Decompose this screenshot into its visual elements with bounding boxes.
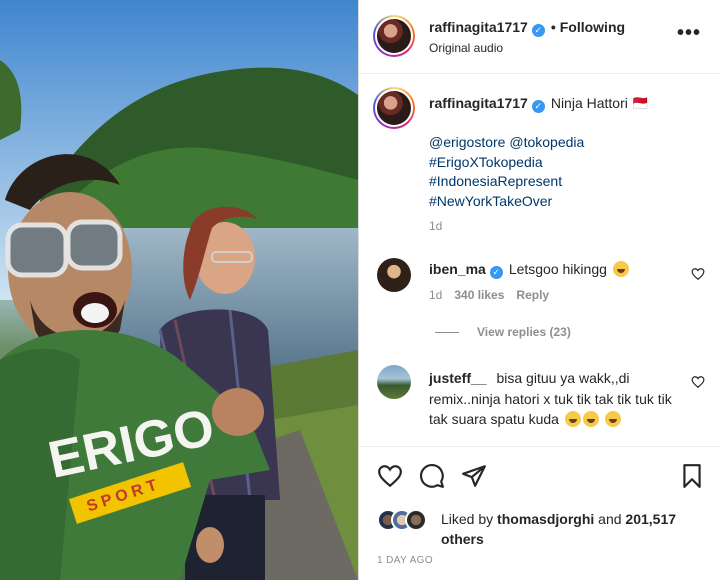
separator-dot: • bbox=[550, 19, 556, 35]
comment-line: iben_ma ✓ Letsgoo hikingg bbox=[429, 261, 629, 279]
more-options-icon[interactable]: ••• bbox=[677, 22, 701, 45]
comment-meta: 1d 340 likes Reply bbox=[429, 288, 561, 302]
author-line: raffinagita1717 ✓ • Following bbox=[429, 19, 625, 37]
laughing-emoji-icon bbox=[582, 411, 599, 427]
caption-timestamp[interactable]: 1d bbox=[429, 219, 442, 233]
hashtag-link[interactable]: #IndonesiaRepresent bbox=[429, 172, 584, 192]
post-timestamp[interactable]: 1 DAY AGO bbox=[377, 555, 433, 566]
comment-body: justeff__ bisa gituu ya wakk,,di remix..… bbox=[429, 368, 677, 430]
hashtag-link[interactable]: #NewYorkTakeOver bbox=[429, 192, 584, 212]
bookmark-icon[interactable] bbox=[679, 463, 705, 489]
verified-badge-icon: ✓ bbox=[489, 266, 503, 279]
reply-button[interactable]: Reply bbox=[516, 288, 549, 302]
caption-tags: @erigostore @tokopedia #ErigoXTokopedia … bbox=[429, 133, 584, 211]
commenter-username[interactable]: iben_ma bbox=[429, 261, 486, 277]
liker-avatars[interactable] bbox=[377, 509, 437, 531]
liked-by-text: Liked by thomasdjorghi and 201,517 other… bbox=[441, 509, 711, 549]
laughing-emoji-icon bbox=[564, 411, 581, 427]
caption-text: Ninja Hattori 🇲🇨 bbox=[550, 95, 650, 111]
caption-avatar[interactable] bbox=[373, 87, 415, 129]
commenter-avatar[interactable] bbox=[377, 258, 411, 292]
action-bar: Liked by thomasdjorghi and 201,517 other… bbox=[359, 446, 720, 580]
liked-by-user[interactable]: thomasdjorghi bbox=[497, 511, 594, 527]
send-icon[interactable] bbox=[461, 463, 487, 489]
post-photo[interactable]: ERIGO S P O R T bbox=[0, 0, 358, 580]
comment-heart-icon[interactable] bbox=[691, 375, 705, 389]
following-button[interactable]: Following bbox=[560, 19, 625, 35]
comment-heart-icon[interactable] bbox=[691, 267, 705, 281]
hashtag-link[interactable]: #ErigoXTokopedia bbox=[429, 153, 584, 173]
grinning-emoji-icon bbox=[612, 261, 629, 277]
commenter-avatar[interactable] bbox=[377, 365, 411, 399]
comments-section[interactable]: raffinagita1717 ✓ Ninja Hattori 🇲🇨 @erigos… bbox=[359, 75, 720, 445]
author-username[interactable]: raffinagita1717 bbox=[429, 19, 528, 35]
view-replies-label: View replies (23) bbox=[477, 325, 571, 339]
comment-time[interactable]: 1d bbox=[429, 288, 442, 302]
replies-divider bbox=[435, 332, 459, 334]
post-details-panel: raffinagita1717 ✓ • Following Original audi… bbox=[358, 0, 720, 580]
author-avatar[interactable] bbox=[373, 15, 415, 57]
caption-username[interactable]: raffinagita1717 bbox=[429, 95, 528, 111]
post-header: raffinagita1717 ✓ • Following Original audi… bbox=[359, 0, 720, 74]
caption-mentions[interactable]: @erigostore @tokopedia bbox=[429, 133, 584, 153]
commenter-username[interactable]: justeff__ bbox=[429, 370, 487, 386]
heart-icon[interactable] bbox=[377, 463, 403, 489]
comment-likes[interactable]: 340 likes bbox=[454, 288, 504, 302]
caption-line: raffinagita1717 ✓ Ninja Hattori 🇲🇨 bbox=[429, 95, 649, 113]
view-replies-button[interactable]: View replies (23) bbox=[435, 325, 571, 339]
liked-by-and: and bbox=[598, 511, 622, 527]
liker-avatar bbox=[405, 509, 427, 531]
verified-badge-icon: ✓ bbox=[531, 100, 545, 113]
comment-text: Letsgoo hikingg bbox=[508, 261, 607, 277]
liked-by-prefix: Liked by bbox=[441, 511, 494, 527]
photo-illustration: ERIGO S P O R T bbox=[0, 0, 358, 580]
laughing-emoji-icon bbox=[604, 411, 621, 427]
audio-link[interactable]: Original audio bbox=[429, 41, 503, 55]
comment-icon[interactable] bbox=[419, 463, 445, 489]
verified-badge-icon: ✓ bbox=[531, 24, 545, 37]
